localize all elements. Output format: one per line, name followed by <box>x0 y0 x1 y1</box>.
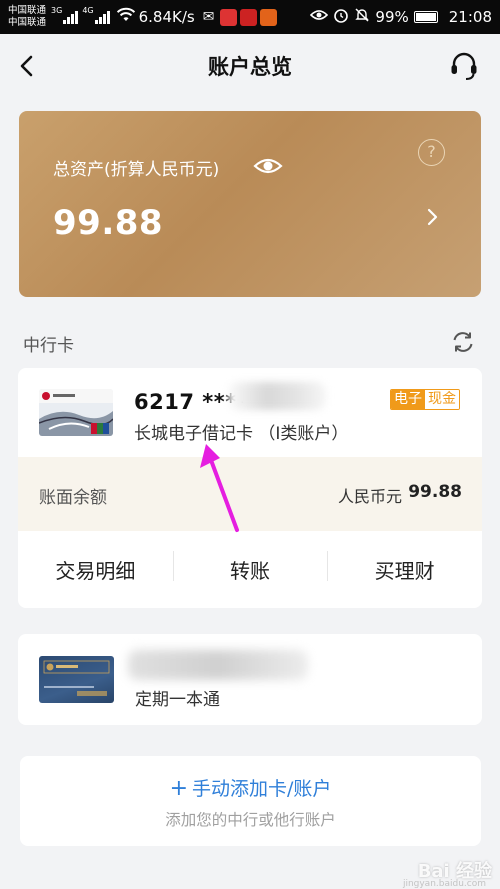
passbook-image <box>39 656 114 703</box>
card-image <box>39 389 113 436</box>
network-speed: 6.84K/s <box>138 8 195 26</box>
transfer-button[interactable]: 转账 <box>172 551 328 584</box>
notification-icon: ✉ <box>202 9 215 25</box>
total-assets-label: 总资产(折算人民币元) <box>53 160 220 180</box>
badge-primary: 电子 <box>391 390 425 409</box>
baidu-watermark-url: jingyan.baidu.com <box>402 879 486 889</box>
debit-card-panel[interactable]: 6217 **** 长城电子借记卡 （I类账户） 电子 现金 账面余额 人民币元… <box>18 368 482 608</box>
carrier-labels: 中国联通 中国联通 <box>8 5 46 29</box>
total-assets-card[interactable]: 总资产(折算人民币元) 99.88 ? <box>19 111 481 297</box>
eye-status-icon <box>310 8 329 26</box>
page-title: 账户总览 <box>208 55 292 79</box>
e-cash-badge: 电子 现金 <box>390 389 460 410</box>
nav-header: 账户总览 <box>0 34 500 98</box>
chevron-right-icon[interactable] <box>425 205 441 229</box>
add-account-button[interactable]: + 手动添加卡/账户 添加您的中行或他行账户 <box>20 756 481 846</box>
transaction-details-button[interactable]: 交易明细 <box>18 555 173 584</box>
refresh-icon[interactable] <box>450 329 476 355</box>
eye-icon[interactable] <box>253 153 283 179</box>
battery-icon <box>413 11 438 23</box>
plus-icon: + <box>169 776 189 801</box>
badge-secondary: 现金 <box>425 390 459 409</box>
help-icon[interactable]: ? <box>418 139 445 166</box>
section-title: 中行卡 <box>23 336 74 356</box>
deposit-account-name: 定期一本通 <box>135 690 220 710</box>
masked-card-digits <box>228 382 326 410</box>
carrier-2: 中国联通 <box>8 17 47 28</box>
network-type-2: 4G <box>82 6 94 15</box>
mute-icon <box>354 7 370 27</box>
card-actions: 交易明细 转账 买理财 <box>18 531 482 608</box>
alarm-icon <box>333 7 349 27</box>
buy-wealth-product-button[interactable]: 买理财 <box>327 551 482 584</box>
status-bar: 中国联通 中国联通 3G 4G 6.84K/s ✉ 99% 21:08 <box>0 0 500 34</box>
app-badge-red-icon <box>220 8 238 26</box>
app-badge-play-icon <box>260 8 278 26</box>
add-account-subtitle: 添加您的中行或他行账户 <box>165 811 336 829</box>
back-arrow-icon[interactable] <box>14 52 42 80</box>
balance-label: 账面余额 <box>39 488 107 508</box>
carrier-1: 中国联通 <box>8 5 47 16</box>
network-type-1: 3G <box>51 6 63 15</box>
wifi-icon <box>116 7 136 27</box>
signal-icon <box>63 10 79 24</box>
fixed-deposit-card[interactable]: 定期一本通 <box>18 634 482 725</box>
battery-percent: 99% <box>375 8 409 26</box>
balance-currency: 人民币元 <box>337 487 402 506</box>
total-assets-value: 99.88 <box>53 203 164 243</box>
balance-value: 99.88 <box>408 482 462 502</box>
add-account-title: + 手动添加卡/账户 <box>20 774 481 801</box>
masked-account-number <box>128 650 308 680</box>
clock: 21:08 <box>448 8 492 26</box>
signal-icon-2 <box>94 10 110 24</box>
add-account-label: 手动添加卡/账户 <box>192 778 332 800</box>
app-badge-chart-icon <box>240 8 258 26</box>
annotation-arrow <box>200 444 239 532</box>
headset-icon[interactable] <box>448 50 480 82</box>
balance-row: 账面余额 人民币元 99.88 <box>18 457 482 531</box>
